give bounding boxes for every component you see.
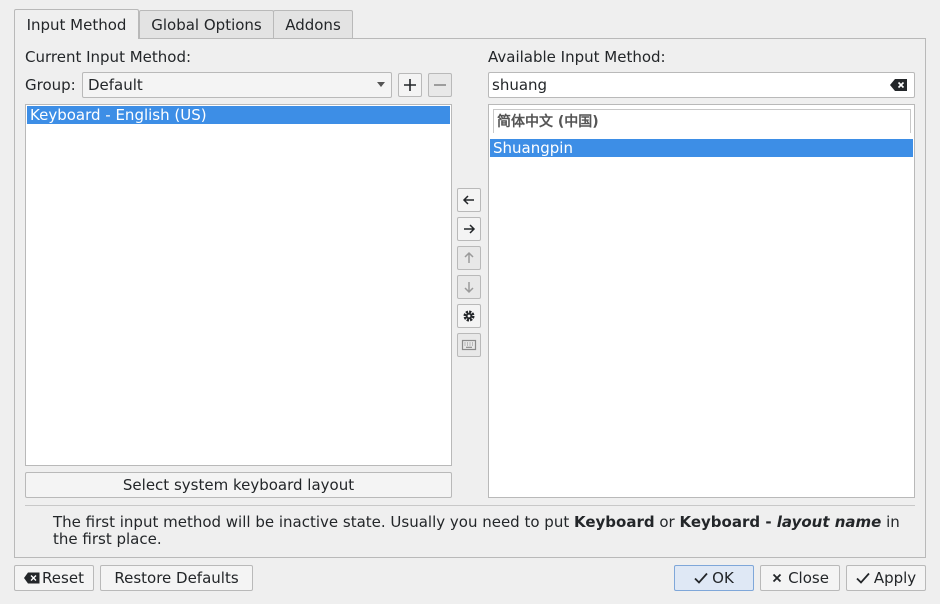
- arrow-up-icon: [464, 251, 474, 263]
- arrow-down-icon: [464, 282, 474, 294]
- info-italic-layout-name: layout name: [776, 513, 882, 531]
- search-input-value: shuang: [492, 76, 548, 94]
- chevron-down-icon: [377, 82, 385, 87]
- button-label: Reset: [42, 569, 84, 587]
- ok-button[interactable]: OK: [674, 565, 754, 591]
- checkmark-icon: [694, 572, 708, 584]
- tab-addons[interactable]: Addons: [273, 10, 353, 38]
- tab-label: Addons: [285, 15, 341, 34]
- button-label: OK: [712, 569, 734, 587]
- button-label: Apply: [873, 569, 917, 587]
- keyboard-icon: [461, 339, 477, 351]
- button-label: Select system keyboard layout: [122, 476, 355, 494]
- close-button[interactable]: Close: [760, 565, 840, 591]
- button-label: Close: [788, 569, 829, 587]
- plus-icon: [404, 79, 416, 91]
- current-input-method-heading: Current Input Method:: [25, 48, 192, 66]
- close-icon: [772, 573, 782, 583]
- arrow-left-icon: [462, 195, 474, 205]
- group-combobox[interactable]: Default: [82, 72, 392, 98]
- minus-icon: [434, 84, 446, 86]
- keyboard-layout-button[interactable]: [457, 333, 481, 357]
- remove-group-button[interactable]: [428, 73, 452, 97]
- info-bold-keyboard: Keyboard: [573, 513, 655, 531]
- arrow-right-icon: [464, 224, 476, 234]
- group-combobox-value: Default: [88, 76, 143, 94]
- info-message: The first input method will be inactive …: [25, 505, 915, 551]
- move-up-button[interactable]: [457, 246, 481, 270]
- list-item[interactable]: Shuangpin: [490, 139, 913, 157]
- info-bold-keyboard-layout: Keyboard -: [679, 513, 777, 531]
- category-header[interactable]: 简体中文 (中国): [493, 109, 911, 133]
- apply-button[interactable]: Apply: [846, 565, 926, 591]
- category-label: 简体中文 (中国): [497, 114, 599, 130]
- group-label: Group:: [25, 76, 76, 94]
- current-input-method-list[interactable]: Keyboard - English (US): [25, 104, 452, 466]
- move-down-button[interactable]: [457, 275, 481, 299]
- info-text: The first input method will be inactive …: [53, 513, 574, 531]
- clear-icon: [24, 572, 40, 584]
- reset-button[interactable]: Reset: [14, 565, 94, 591]
- tab-label: Global Options: [151, 15, 262, 34]
- button-label: Restore Defaults: [114, 569, 239, 587]
- clear-icon[interactable]: [890, 78, 908, 92]
- info-text: or: [654, 513, 680, 531]
- available-input-method-heading: Available Input Method:: [488, 48, 666, 66]
- search-input[interactable]: shuang: [488, 72, 915, 98]
- checkmark-icon: [856, 572, 870, 584]
- restore-defaults-button[interactable]: Restore Defaults: [100, 565, 253, 591]
- move-right-button[interactable]: [457, 217, 481, 241]
- select-keyboard-layout-button[interactable]: Select system keyboard layout: [25, 472, 452, 498]
- gear-icon: [463, 310, 475, 322]
- tab-label: Input Method: [26, 15, 127, 34]
- tab-input-method[interactable]: Input Method: [14, 9, 139, 39]
- info-text: in: [881, 513, 900, 531]
- info-text: the first place.: [53, 530, 162, 548]
- list-item[interactable]: Keyboard - English (US): [27, 106, 450, 124]
- add-group-button[interactable]: [398, 73, 422, 97]
- tab-global-options[interactable]: Global Options: [139, 10, 274, 38]
- available-input-method-list[interactable]: 简体中文 (中国) Shuangpin: [488, 104, 915, 498]
- configure-button[interactable]: [457, 304, 481, 328]
- move-left-button[interactable]: [457, 188, 481, 212]
